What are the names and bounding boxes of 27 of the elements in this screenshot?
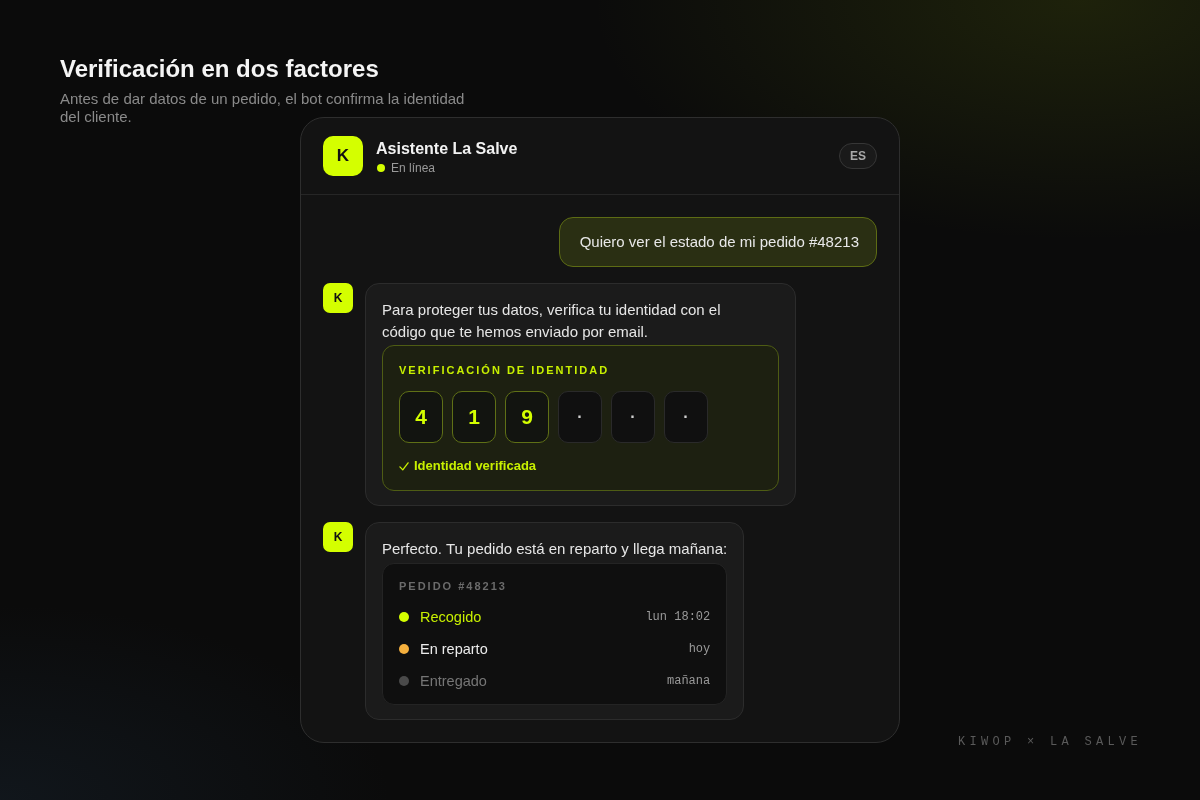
card-title: VERIFICACIÓN DE IDENTIDAD — [399, 363, 611, 377]
user-message: Quiero ver el estado de mi pedido #48213 — [558, 217, 877, 267]
message-text: Perfecto. Tu pedido está en reparto y llega mañana: — [382, 539, 728, 559]
step-time: lun 18:02 — [644, 609, 711, 625]
card-title: PEDIDO #48213 — [399, 579, 508, 593]
bot-avatar: K — [323, 136, 363, 176]
bot-avatar: K — [323, 522, 353, 552]
status-label: En línea — [391, 160, 436, 176]
code-digit-field[interactable]: · — [611, 391, 655, 443]
code-digit-field[interactable]: 1 — [452, 391, 496, 443]
message-text: Para proteger tus datos, verifica tu identidad con el código que te hemos enviado por email. — [382, 300, 722, 342]
step-label: En reparto — [420, 640, 488, 658]
code-digit-field[interactable]: 9 — [505, 391, 549, 443]
bot-name: Asistente La Salve — [376, 139, 518, 159]
step-time: mañana — [666, 673, 711, 689]
code-digit-field[interactable]: · — [558, 391, 602, 443]
step-label: Recogido — [420, 608, 482, 626]
code-digit-field[interactable]: 4 — [399, 391, 443, 443]
code-digit-field[interactable]: · — [664, 391, 708, 443]
bot-avatar: K — [323, 283, 353, 313]
step-time: hoy — [687, 641, 711, 657]
credit-text: KIWOP × LA SALVE — [957, 734, 1142, 750]
verification-status: Identidad verificada — [414, 458, 537, 474]
step-label: Entregado — [420, 672, 487, 690]
language-button[interactable]: ES — [839, 143, 877, 169]
page-subtitle: Antes de dar datos de un pedido, el bot confirma la identidad del cliente. — [60, 90, 466, 126]
page-title: Verificación en dos factores — [60, 54, 379, 84]
